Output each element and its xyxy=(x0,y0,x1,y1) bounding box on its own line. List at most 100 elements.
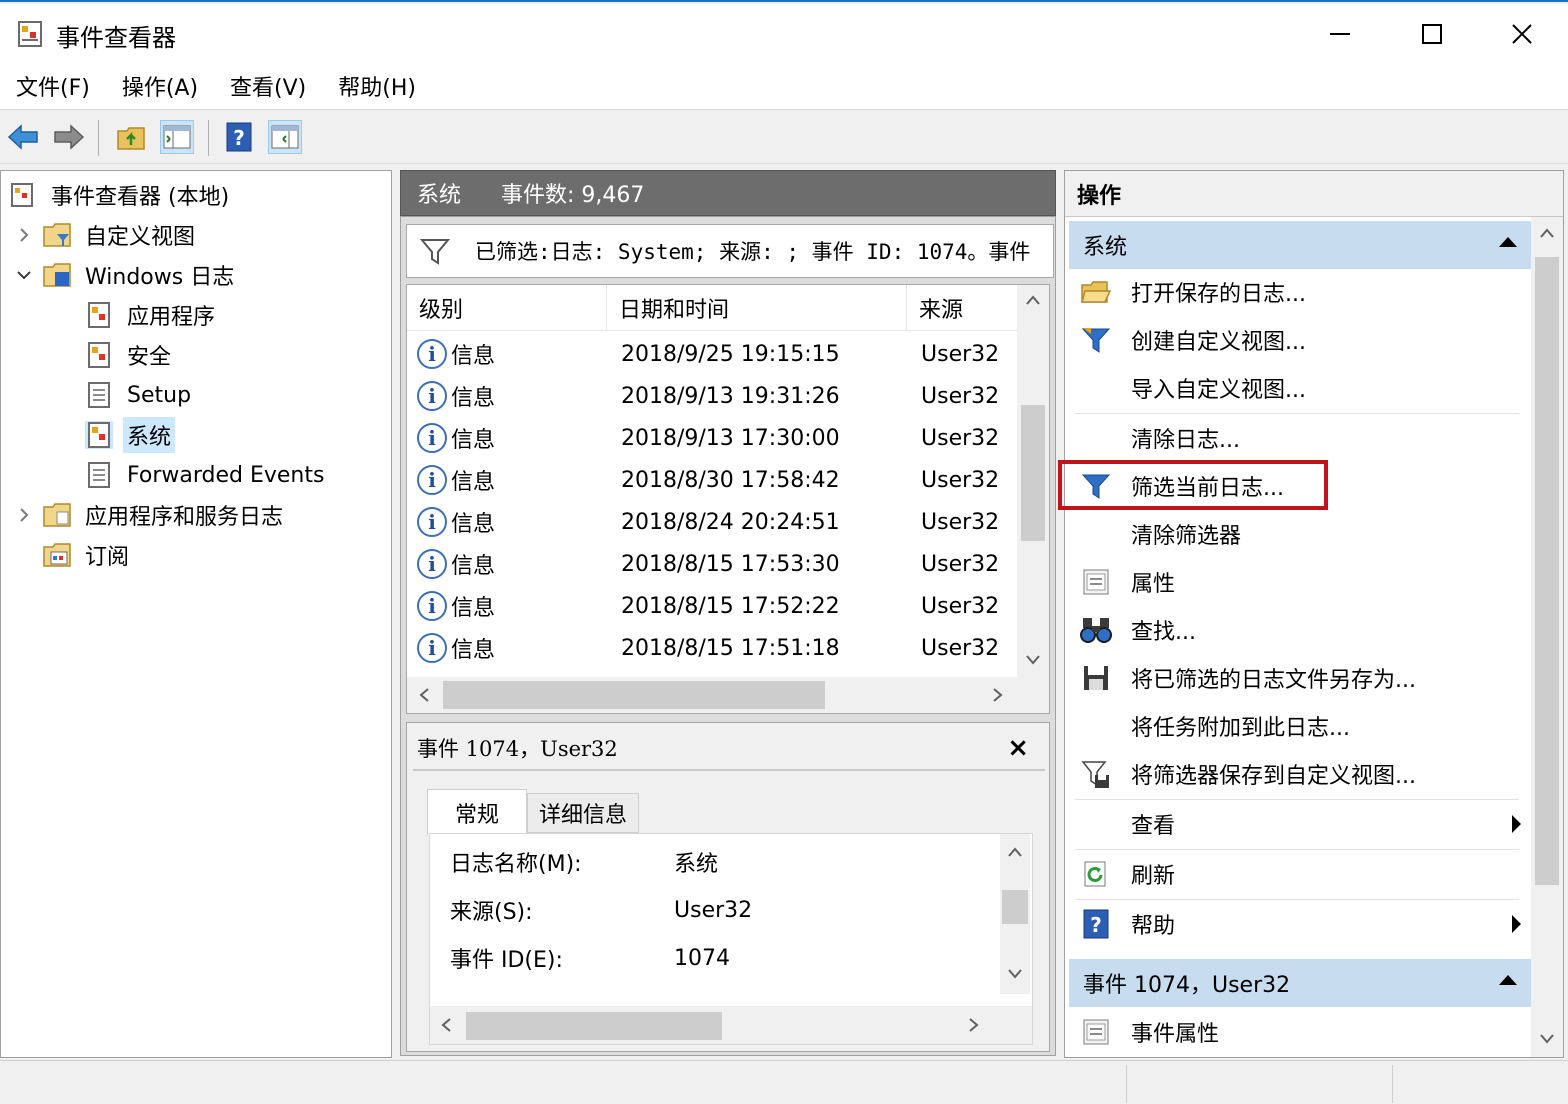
window-title: 事件查看器 xyxy=(56,24,176,52)
detail-horizontal-scrollbar[interactable] xyxy=(430,1006,1032,1044)
level-text: 信息 xyxy=(451,554,496,579)
menu-help[interactable]: 帮助(H) xyxy=(338,70,416,102)
event-list-vertical-scrollbar[interactable] xyxy=(1017,285,1049,677)
maximize-button[interactable] xyxy=(1386,8,1478,60)
scroll-down-icon[interactable] xyxy=(1007,968,1023,980)
column-source[interactable]: 来源 xyxy=(907,285,1017,331)
level-cell: i 信息 xyxy=(417,501,495,543)
action-properties[interactable]: 属性 xyxy=(1069,559,1531,605)
scroll-thumb[interactable] xyxy=(466,1012,722,1040)
tab-details[interactable]: 详细信息 xyxy=(527,793,639,833)
collapse-icon[interactable] xyxy=(1499,975,1517,985)
scroll-down-icon[interactable] xyxy=(1531,1023,1563,1055)
action-attach-task[interactable]: 将任务附加到此日志... xyxy=(1069,703,1531,749)
action-label: 刷新 xyxy=(1131,864,1176,889)
prop-log-name: 日志名称(M): 系统 xyxy=(450,842,718,882)
menu-file[interactable]: 文件(F) xyxy=(16,70,90,102)
column-datetime[interactable]: 日期和时间 xyxy=(607,285,907,331)
back-icon[interactable] xyxy=(6,120,40,154)
scroll-down-icon[interactable] xyxy=(1017,645,1049,675)
action-save-filter-to-view[interactable]: 将筛选器保存到自定义视图... xyxy=(1069,751,1531,797)
actions-pane: 操作 系统 打开保存的日志... 创建自定义视图... 导入自定义视图... 清除日志… xyxy=(1064,170,1564,1058)
forward-icon[interactable] xyxy=(52,120,86,154)
chevron-down-icon[interactable] xyxy=(13,264,35,286)
tree-item-custom-views[interactable]: 自定义视图 xyxy=(13,215,199,255)
action-save-filtered-log[interactable]: 将已筛选的日志文件另存为... xyxy=(1069,655,1531,701)
scroll-thumb[interactable] xyxy=(1002,890,1028,924)
datetime-cell: 2018/9/25 19:15:15 xyxy=(621,341,840,367)
datetime-cell: 2018/8/15 17:52:22 xyxy=(621,593,840,619)
show-hide-action-pane-icon[interactable] xyxy=(268,120,302,154)
log-icon xyxy=(85,381,113,409)
action-label: 将筛选器保存到自定义视图... xyxy=(1131,764,1416,789)
tree-item-root[interactable]: 事件查看器 (本地) xyxy=(9,175,233,215)
scroll-left-icon[interactable] xyxy=(409,677,439,713)
save-icon xyxy=(1079,661,1113,695)
tree-item-subscriptions[interactable]: 订阅 xyxy=(43,535,133,575)
action-clear-log[interactable]: 清除日志... xyxy=(1069,415,1531,461)
table-row[interactable]: i 信息 2018/8/30 17:58:42 User32 xyxy=(407,459,1017,501)
tab-general[interactable]: 常规 xyxy=(427,789,527,835)
tree-item-app-service-logs[interactable]: 应用程序和服务日志 xyxy=(13,495,287,535)
tree-item-application[interactable]: 应用程序 xyxy=(85,295,219,335)
tree-item-security[interactable]: 安全 xyxy=(85,335,175,375)
scroll-up-icon[interactable] xyxy=(1531,217,1563,249)
up-folder-icon[interactable] xyxy=(114,120,148,154)
action-refresh[interactable]: 刷新 xyxy=(1069,851,1531,897)
open-folder-icon xyxy=(1079,275,1113,309)
actions-vertical-scrollbar[interactable] xyxy=(1531,217,1563,1057)
table-row[interactable]: i 信息 2018/9/25 19:15:15 User32 xyxy=(407,333,1017,375)
info-icon: i xyxy=(417,549,447,579)
action-clear-filter[interactable]: 清除筛选器 xyxy=(1069,511,1531,557)
tree-item-system[interactable]: 系统 xyxy=(85,415,176,455)
table-row[interactable]: i 信息 2018/8/15 17:51:18 User32 xyxy=(407,627,1017,669)
action-open-saved-log[interactable]: 打开保存的日志... xyxy=(1069,269,1531,315)
action-label: 将已筛选的日志文件另存为... xyxy=(1131,668,1416,693)
actions-section-event[interactable]: 事件 1074，User32 xyxy=(1069,959,1531,1007)
info-icon: i xyxy=(417,591,447,621)
close-icon[interactable]: × xyxy=(1007,733,1029,763)
scroll-left-icon[interactable] xyxy=(440,1017,452,1033)
tree-item-forwarded-events[interactable]: Forwarded Events xyxy=(85,455,328,495)
action-find[interactable]: 查找... xyxy=(1069,607,1531,653)
help-icon[interactable]: ? xyxy=(222,120,256,154)
scroll-up-icon[interactable] xyxy=(1007,846,1023,858)
actions-section-system[interactable]: 系统 xyxy=(1069,221,1531,269)
scroll-thumb[interactable] xyxy=(443,681,825,709)
action-create-custom-view[interactable]: 创建自定义视图... xyxy=(1069,317,1531,363)
tree-item-setup[interactable]: Setup xyxy=(85,375,195,415)
submenu-arrow-icon xyxy=(1512,815,1521,833)
action-separator xyxy=(1075,849,1519,850)
collapse-icon[interactable] xyxy=(1499,237,1517,247)
section-title: 事件 1074，User32 xyxy=(1083,973,1291,998)
tree-item-windows-logs[interactable]: Windows 日志 xyxy=(13,255,238,295)
detail-vertical-scrollbar[interactable] xyxy=(1000,834,1030,994)
action-view[interactable]: 查看 xyxy=(1069,801,1531,847)
menu-action[interactable]: 操作(A) xyxy=(122,70,198,102)
scroll-thumb[interactable] xyxy=(1535,257,1559,885)
scroll-thumb[interactable] xyxy=(1021,405,1045,541)
action-event-properties[interactable]: 事件属性 xyxy=(1069,1009,1531,1055)
table-row[interactable]: i 信息 2018/8/15 17:53:30 User32 xyxy=(407,543,1017,585)
action-help[interactable]: ? 帮助 xyxy=(1069,901,1531,947)
action-separator xyxy=(1075,799,1519,800)
action-import-custom-view[interactable]: 导入自定义视图... xyxy=(1069,365,1531,411)
show-hide-tree-icon[interactable] xyxy=(160,120,194,154)
menu-view[interactable]: 查看(V) xyxy=(230,70,306,102)
close-window-button[interactable] xyxy=(1476,8,1568,60)
scroll-right-icon[interactable] xyxy=(968,1017,980,1033)
table-row[interactable]: i 信息 2018/9/13 19:31:26 User32 xyxy=(407,375,1017,417)
chevron-right-icon[interactable] xyxy=(13,504,35,526)
table-row[interactable]: i 信息 2018/9/13 17:30:00 User32 xyxy=(407,417,1017,459)
source-cell: User32 xyxy=(921,593,1000,619)
subscription-icon xyxy=(43,541,71,569)
table-row[interactable]: i 信息 2018/8/15 17:52:22 User32 xyxy=(407,585,1017,627)
minimize-button[interactable] xyxy=(1294,8,1386,60)
tree-label: Windows 日志 xyxy=(85,265,235,290)
scroll-up-icon[interactable] xyxy=(1017,285,1049,315)
event-list-horizontal-scrollbar[interactable] xyxy=(407,677,1049,713)
scroll-right-icon[interactable] xyxy=(983,677,1013,713)
chevron-right-icon[interactable] xyxy=(13,224,35,246)
table-row[interactable]: i 信息 2018/8/24 20:24:51 User32 xyxy=(407,501,1017,543)
column-level[interactable]: 级别 xyxy=(407,285,607,331)
